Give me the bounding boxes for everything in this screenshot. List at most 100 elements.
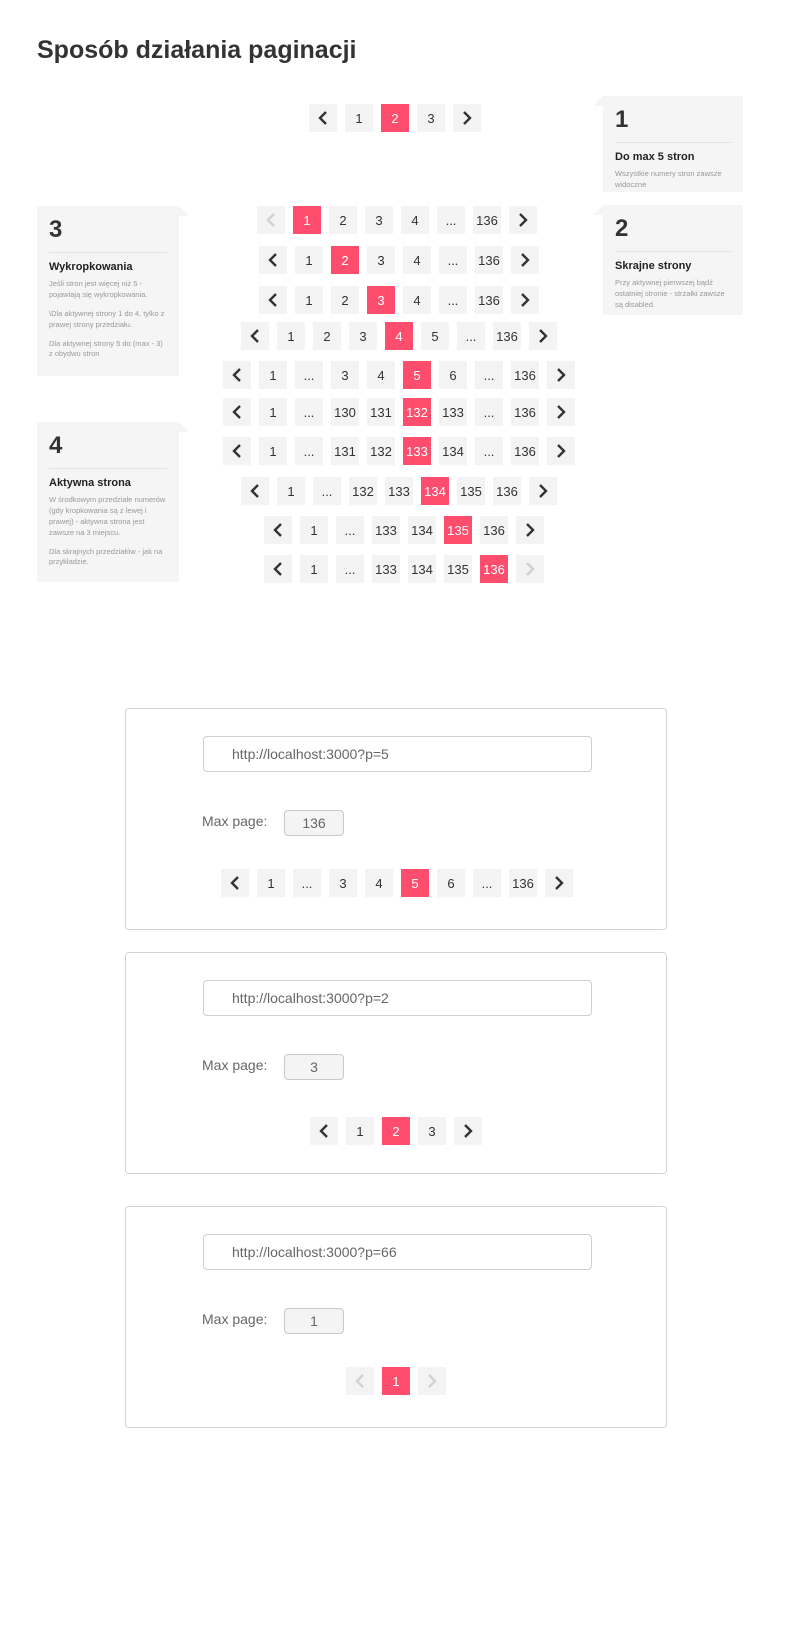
page-button-135[interactable]: 135: [457, 477, 485, 505]
page-button-136[interactable]: 136: [473, 206, 501, 234]
prev-page-button[interactable]: [223, 361, 251, 389]
page-button-2[interactable]: 2: [331, 246, 359, 274]
max-page-input[interactable]: [284, 810, 344, 836]
page-button-3[interactable]: 3: [418, 1117, 446, 1145]
page-button-4[interactable]: 4: [385, 322, 413, 350]
page-button-134[interactable]: 134: [421, 477, 449, 505]
page-button-1[interactable]: 1: [257, 869, 285, 897]
page-button-2[interactable]: 2: [329, 206, 357, 234]
page-button-3[interactable]: 3: [365, 206, 393, 234]
page-button-136[interactable]: 136: [509, 869, 537, 897]
page-button-136[interactable]: 136: [480, 516, 508, 544]
page-button-1[interactable]: 1: [277, 322, 305, 350]
page-button-132[interactable]: 132: [367, 437, 395, 465]
page-button-5[interactable]: 5: [403, 361, 431, 389]
next-page-button[interactable]: [529, 477, 557, 505]
page-button-133[interactable]: 133: [385, 477, 413, 505]
page-button-4[interactable]: 4: [401, 206, 429, 234]
page-button-2[interactable]: 2: [331, 286, 359, 314]
next-page-button[interactable]: [547, 361, 575, 389]
prev-page-button[interactable]: [264, 555, 292, 583]
page-button-133[interactable]: 133: [372, 555, 400, 583]
page-button-133[interactable]: 133: [439, 398, 467, 426]
next-page-button[interactable]: [511, 286, 539, 314]
prev-page-button[interactable]: [309, 104, 337, 132]
page-button-134[interactable]: 134: [408, 555, 436, 583]
page-button-2[interactable]: 2: [382, 1117, 410, 1145]
next-page-button[interactable]: [545, 869, 573, 897]
page-button-136[interactable]: 136: [511, 398, 539, 426]
page-button-4[interactable]: 4: [365, 869, 393, 897]
url-input[interactable]: [203, 980, 592, 1016]
page-button-1[interactable]: 1: [295, 246, 323, 274]
prev-page-button[interactable]: [241, 477, 269, 505]
prev-page-button[interactable]: [259, 246, 287, 274]
page-button-1[interactable]: 1: [259, 437, 287, 465]
page-button-132[interactable]: 132: [403, 398, 431, 426]
page-button-1[interactable]: 1: [293, 206, 321, 234]
page-button-136[interactable]: 136: [511, 437, 539, 465]
next-page-button[interactable]: [529, 322, 557, 350]
page-button-135[interactable]: 135: [444, 555, 472, 583]
page-button-3[interactable]: 3: [329, 869, 357, 897]
page-button-4[interactable]: 4: [403, 246, 431, 274]
page-button-1[interactable]: 1: [259, 361, 287, 389]
page-button-2[interactable]: 2: [381, 104, 409, 132]
next-page-button[interactable]: [547, 398, 575, 426]
prev-page-button[interactable]: [310, 1117, 338, 1145]
prev-page-button[interactable]: [223, 437, 251, 465]
page-button-2[interactable]: 2: [313, 322, 341, 350]
page-button-5[interactable]: 5: [401, 869, 429, 897]
page-button-3[interactable]: 3: [349, 322, 377, 350]
page-button-1[interactable]: 1: [295, 286, 323, 314]
page-button-136[interactable]: 136: [475, 286, 503, 314]
page-button-136[interactable]: 136: [480, 555, 508, 583]
page-button-132[interactable]: 132: [349, 477, 377, 505]
page-button-1[interactable]: 1: [346, 1117, 374, 1145]
page-button-136[interactable]: 136: [511, 361, 539, 389]
page-button-134[interactable]: 134: [439, 437, 467, 465]
max-page-input[interactable]: [284, 1308, 344, 1334]
prev-page-button[interactable]: [223, 398, 251, 426]
next-page-button[interactable]: [547, 437, 575, 465]
page-button-3[interactable]: 3: [331, 361, 359, 389]
page-button-136[interactable]: 136: [493, 477, 521, 505]
page-button-131[interactable]: 131: [331, 437, 359, 465]
prev-page-button[interactable]: [221, 869, 249, 897]
page-button-3[interactable]: 3: [367, 286, 395, 314]
page-button-133[interactable]: 133: [403, 437, 431, 465]
next-page-button[interactable]: [453, 104, 481, 132]
prev-page-button[interactable]: [259, 286, 287, 314]
page-button-1[interactable]: 1: [277, 477, 305, 505]
next-page-button[interactable]: [509, 206, 537, 234]
url-input[interactable]: [203, 736, 592, 772]
example-pagination-row: 1 2 3 4... 136: [259, 286, 539, 316]
next-page-button[interactable]: [454, 1117, 482, 1145]
max-page-input[interactable]: [284, 1054, 344, 1080]
page-button-136[interactable]: 136: [493, 322, 521, 350]
page-button-1[interactable]: 1: [382, 1367, 410, 1395]
page-button-6[interactable]: 6: [439, 361, 467, 389]
page-button-1[interactable]: 1: [300, 555, 328, 583]
page-button-4[interactable]: 4: [403, 286, 431, 314]
prev-page-button[interactable]: [241, 322, 269, 350]
page-button-131[interactable]: 131: [367, 398, 395, 426]
example-pagination-row: 1 2 3 4... 136: [257, 206, 537, 236]
page-button-4[interactable]: 4: [367, 361, 395, 389]
page-button-130[interactable]: 130: [331, 398, 359, 426]
prev-page-button[interactable]: [264, 516, 292, 544]
page-button-136[interactable]: 136: [475, 246, 503, 274]
page-button-3[interactable]: 3: [417, 104, 445, 132]
page-button-1[interactable]: 1: [300, 516, 328, 544]
url-input[interactable]: [203, 1234, 592, 1270]
page-button-6[interactable]: 6: [437, 869, 465, 897]
page-button-135[interactable]: 135: [444, 516, 472, 544]
page-button-1[interactable]: 1: [345, 104, 373, 132]
page-button-5[interactable]: 5: [421, 322, 449, 350]
page-button-134[interactable]: 134: [408, 516, 436, 544]
next-page-button[interactable]: [516, 516, 544, 544]
page-button-133[interactable]: 133: [372, 516, 400, 544]
page-button-1[interactable]: 1: [259, 398, 287, 426]
page-button-3[interactable]: 3: [367, 246, 395, 274]
next-page-button[interactable]: [511, 246, 539, 274]
